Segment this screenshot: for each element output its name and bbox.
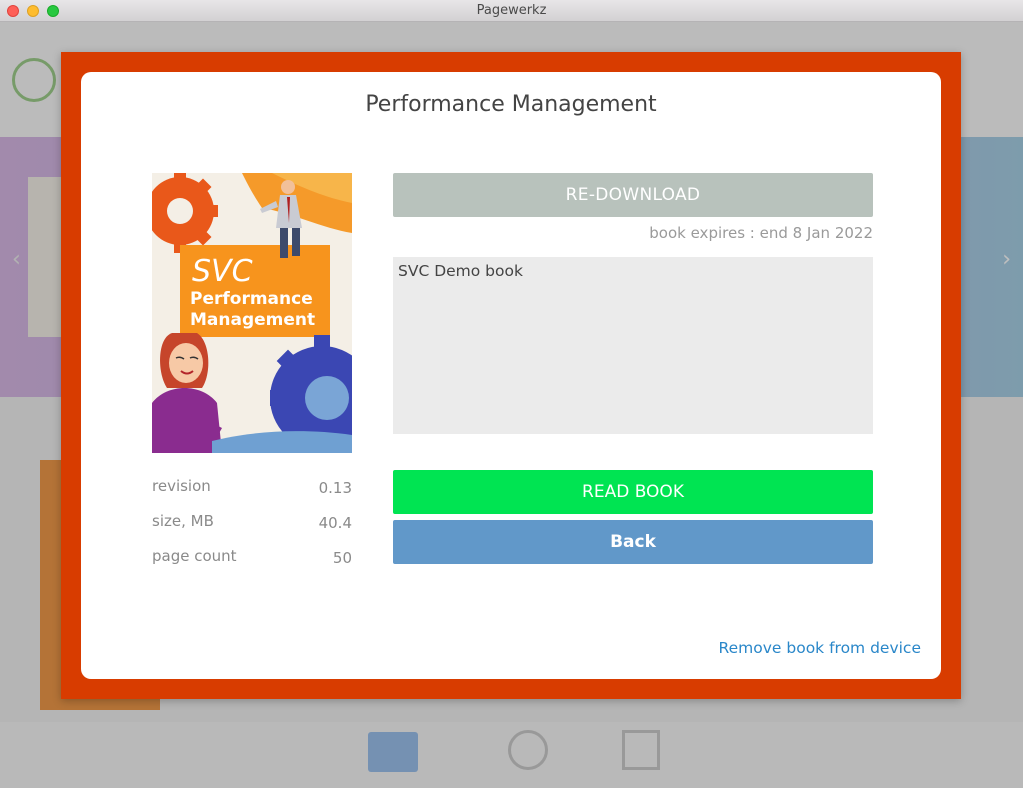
meta-value: 0.13 [318, 479, 352, 497]
book-cover-image: SVC Performance Management [152, 173, 352, 453]
meta-label: size, MB [152, 512, 214, 530]
redownload-button[interactable]: RE-DOWNLOAD [393, 173, 873, 217]
read-book-button[interactable]: READ BOOK [393, 470, 873, 514]
book-detail-modal: Performance Management SVC Performance M… [81, 72, 941, 679]
book-title: Performance Management [365, 92, 657, 117]
expiry-text: book expires : end 8 Jan 2022 [649, 224, 873, 242]
meta-label: revision [152, 477, 211, 495]
title-bar: Pagewerkz [0, 0, 1023, 22]
cover-line1-text: Performance [190, 289, 313, 309]
cover-line2-text: Management [190, 310, 315, 330]
meta-row-size: size, MB 40.4 [152, 512, 352, 547]
window-title: Pagewerkz [476, 3, 547, 18]
back-button[interactable]: Back [393, 520, 873, 564]
app-window: Pagewerkz ‹ › Performance Management SVC… [0, 0, 1023, 788]
remove-book-link[interactable]: Remove book from device [719, 639, 921, 657]
book-description: SVC Demo book [393, 257, 873, 434]
book-detail-modal-frame: Performance Management SVC Performance M… [61, 52, 961, 699]
cover-brand-text: SVC [192, 254, 253, 289]
meta-value: 40.4 [318, 514, 352, 532]
meta-row-page-count: page count 50 [152, 547, 352, 582]
meta-label: page count [152, 547, 237, 565]
meta-value: 50 [332, 549, 352, 567]
book-meta: revision 0.13 size, MB 40.4 page count 5… [152, 477, 352, 582]
meta-row-revision: revision 0.13 [152, 477, 352, 512]
